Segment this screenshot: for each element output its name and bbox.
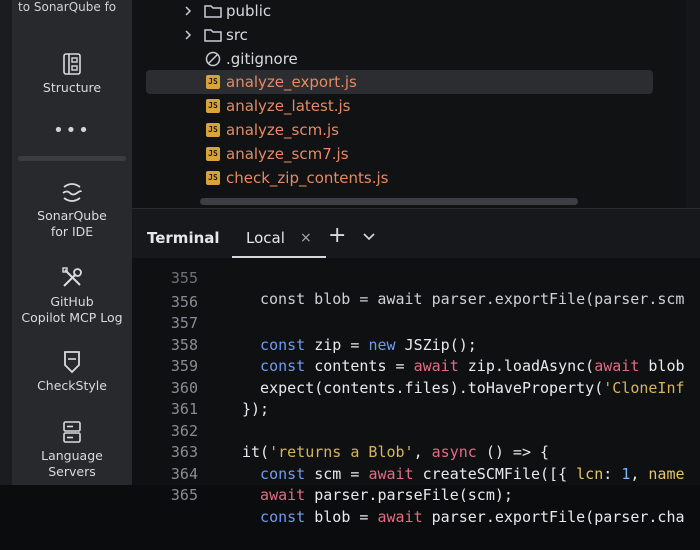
tree-item-label: .gitignore: [226, 50, 298, 68]
tree-item-label: analyze_latest.js: [226, 97, 351, 115]
js-file-icon: JS: [206, 99, 220, 113]
screen-bezel: [0, 0, 12, 485]
sidebar-label-language-servers: Language Servers: [41, 448, 103, 479]
tree-item-label: analyze_scm.js: [226, 121, 339, 139]
sidebar-item-structure[interactable]: Structure: [12, 52, 132, 96]
tree-item-label: analyze_scm7.js: [226, 145, 349, 163]
chevron-down-icon[interactable]: [362, 230, 376, 244]
sidebar-item-copilot-mcp[interactable]: GitHub Copilot MCP Log: [12, 266, 132, 326]
tree-item-analyze-export[interactable]: JS analyze_export.js: [132, 71, 652, 93]
tree-item-src[interactable]: src: [132, 24, 652, 46]
js-file-icon: JS: [206, 75, 220, 89]
sonarqube-icon: [62, 183, 82, 202]
more-tools-icon[interactable]: •••: [12, 120, 132, 141]
code-line-partial: 355 const blob = await parser.exportFile…: [170, 268, 685, 309]
code-line: 361: [132, 378, 700, 418]
code-line: 357 const zip = new JSZip();: [132, 292, 700, 354]
sidebar-label-structure: Structure: [42, 80, 102, 95]
js-file-icon: JS: [206, 147, 220, 161]
folder-icon: [204, 29, 222, 42]
tools-icon: [62, 267, 82, 287]
sidebar-item-language-servers[interactable]: Language Servers: [12, 420, 132, 480]
tree-item-analyze-latest[interactable]: JS analyze_latest.js: [132, 95, 652, 117]
code-line: 358 const contents = await zip.loadAsync…: [132, 313, 700, 376]
tree-item-analyze-scm[interactable]: JS analyze_scm.js: [132, 119, 652, 141]
sidebar-top-label: to SonarQube fo: [18, 0, 117, 14]
sidebar-item-sonarqube[interactable]: SonarQube for IDE: [12, 180, 132, 240]
chevron-right-icon[interactable]: [182, 5, 194, 17]
close-tab-icon[interactable]: ×: [300, 230, 312, 246]
tree-item-label: public: [226, 2, 272, 20]
new-tab-icon[interactable]: +: [328, 223, 346, 248]
chevron-right-icon[interactable]: [182, 29, 194, 41]
tree-item-analyze-scm7[interactable]: JS analyze_scm7.js: [132, 143, 652, 165]
folder-icon: [204, 5, 222, 18]
tool-window-sidebar: to SonarQube fo Structure ••• SonarQube …: [12, 0, 132, 485]
code-line: 362 it('returns a Blob', async () => {: [132, 399, 700, 462]
line-text: const blob = await parser.exportFile(par…: [242, 507, 685, 526]
sidebar-label-sonarqube: SonarQube for IDE: [37, 208, 107, 239]
code-line: 359 expect(contents.files).toHavePropert…: [132, 335, 700, 397]
sidebar-divider: [18, 156, 126, 161]
terminal-output[interactable]: 355 const blob = await parser.exportFile…: [132, 258, 700, 526]
tree-item-label: analyze_export.js: [226, 73, 357, 91]
js-file-icon: JS: [206, 123, 220, 137]
structure-icon: [63, 53, 81, 75]
servers-icon: [63, 421, 81, 443]
terminal-title: Terminal: [147, 229, 220, 247]
tree-horizontal-scrollbar[interactable]: [200, 198, 578, 205]
tree-item-label: src: [226, 26, 248, 44]
tree-item-label: check_zip_contents.js: [226, 169, 389, 187]
checkstyle-icon: [64, 351, 80, 374]
tab-local[interactable]: Local: [246, 229, 285, 247]
js-file-icon: JS: [206, 171, 220, 185]
tree-right-gutter: [686, 0, 700, 208]
tree-item-gitignore[interactable]: .gitignore: [132, 48, 652, 70]
sidebar-label-checkstyle: CheckStyle: [37, 378, 107, 393]
code-line: 365 const blob = await parser.exportFile…: [132, 464, 700, 526]
line-number: 365: [170, 486, 198, 504]
tree-item-public[interactable]: public: [132, 0, 652, 22]
sidebar-label-copilot-mcp: GitHub Copilot MCP Log: [21, 294, 123, 325]
line-text: await parser.parseFile(scm);: [242, 486, 513, 504]
code-line: 360 });: [132, 356, 700, 419]
tree-item-check-zip-contents[interactable]: JS check_zip_contents.js: [132, 167, 652, 189]
ignore-file-icon: [205, 51, 221, 67]
code-line: 356: [132, 270, 700, 311]
sidebar-item-checkstyle[interactable]: CheckStyle: [12, 350, 132, 394]
code-line: 363 const scm = await createSCMFile([{ l…: [132, 421, 700, 483]
code-line: 364 await parser.parseFile(scm);: [132, 442, 700, 505]
